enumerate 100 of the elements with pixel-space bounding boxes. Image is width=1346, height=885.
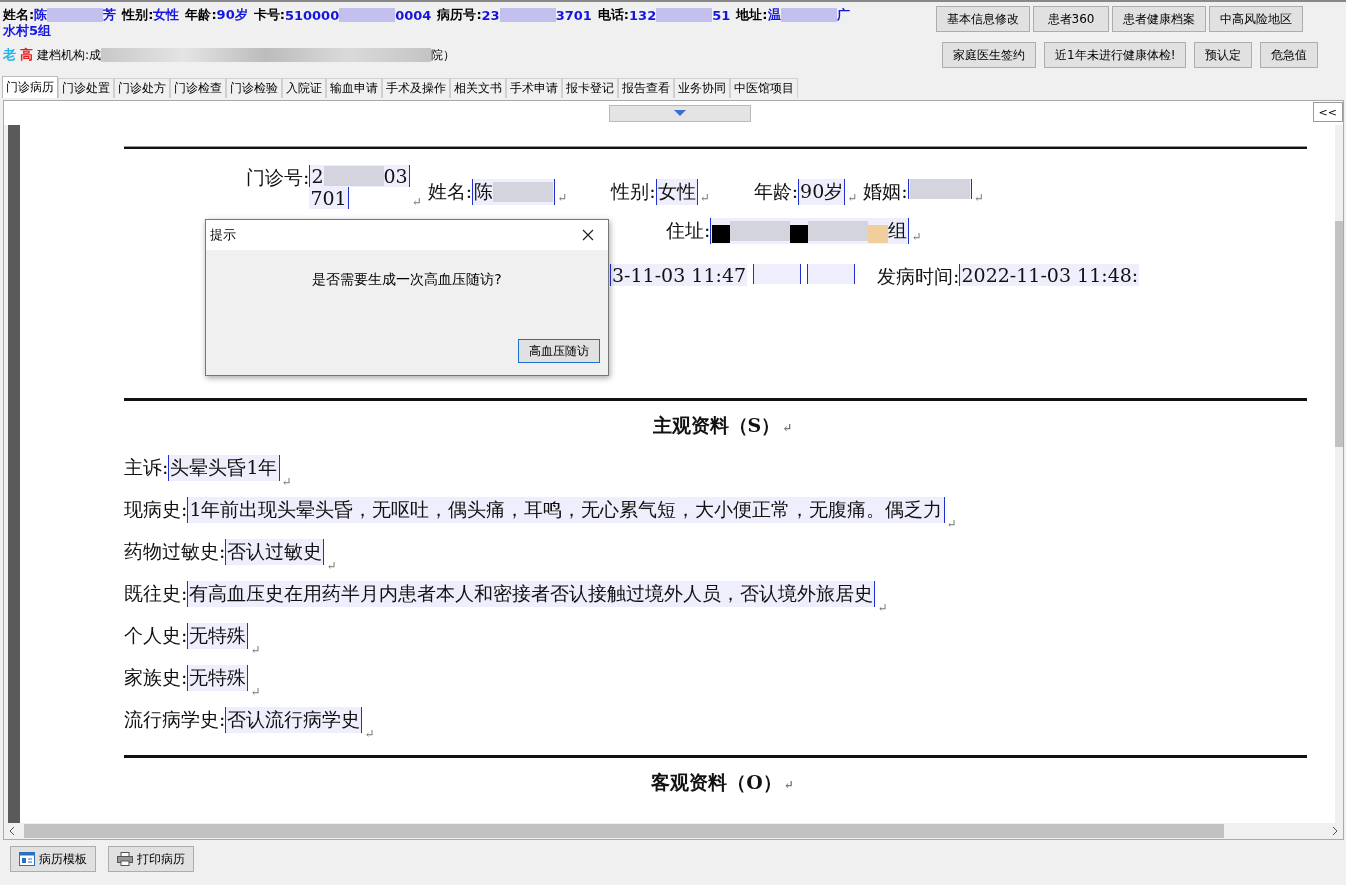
close-icon[interactable] xyxy=(582,229,594,241)
paragraph-mark: ↵ xyxy=(250,643,261,657)
paragraph-mark: ↵ xyxy=(782,421,793,435)
field-label: 年龄: xyxy=(185,6,217,24)
field-value: 2022-11-03 11:48: xyxy=(959,264,1140,286)
tag-label: 老 xyxy=(3,46,16,64)
paragraph-mark: ↵ xyxy=(946,517,957,531)
tab[interactable]: 相关文书 xyxy=(450,78,506,98)
tag-label: 高 xyxy=(20,46,33,64)
field-label: 卡号: xyxy=(253,6,285,24)
field-value: 女性 xyxy=(153,6,180,24)
field-value: 无特殊 xyxy=(187,665,249,691)
field-value: 90岁 xyxy=(216,6,248,24)
field-value: 132 xyxy=(629,7,657,23)
field-label: 婚姻: xyxy=(863,179,908,204)
field-value: 有高血压史在用药半月内患者本人和密接者否认接触过境外人员，否认境外旅居史 xyxy=(187,581,876,607)
tab[interactable]: 输血申请 xyxy=(326,78,382,98)
field-label: 性别: xyxy=(122,6,154,24)
action-button[interactable]: 患者360 xyxy=(1033,6,1109,32)
blurred-text xyxy=(656,8,713,22)
action-button[interactable]: 基本信息修改 xyxy=(936,6,1030,32)
field-label: 主诉: xyxy=(124,455,169,480)
blurred-text xyxy=(780,8,837,22)
field-label: 流行病学史: xyxy=(124,707,226,732)
paragraph-mark: ↵ xyxy=(911,230,922,244)
field-value: 1年前出现头晕头昏，无呕吐，偶头痛，耳鸣，无心累气短，大小便正常，无腹痛。偶乏力 xyxy=(187,497,945,523)
field-label: 药物过敏史: xyxy=(124,539,226,564)
blurred-text xyxy=(499,8,556,22)
field-value: 女性 xyxy=(655,179,698,205)
field-value: 陈 xyxy=(34,6,48,24)
template-icon xyxy=(19,852,35,866)
paragraph-mark: ↵ xyxy=(877,601,888,615)
dialog-title: 提示 xyxy=(210,226,236,244)
paragraph-mark: ↵ xyxy=(847,191,858,205)
paragraph-mark: ↵ xyxy=(973,191,984,205)
blurred-text xyxy=(47,8,104,22)
tab[interactable]: 门诊检验 xyxy=(226,78,282,98)
field-value: 90岁 xyxy=(798,179,846,205)
tab[interactable]: 门诊处方 xyxy=(114,78,170,98)
follow-up-button[interactable]: 高血压随访 xyxy=(518,339,600,363)
paragraph-mark: ↵ xyxy=(411,195,422,209)
field-value: 陈 xyxy=(472,179,556,205)
paragraph-mark: ↵ xyxy=(281,475,292,489)
tab[interactable]: 门诊处置 xyxy=(58,78,114,98)
tab[interactable]: 报告查看 xyxy=(618,78,674,98)
field-label: 现病史: xyxy=(124,497,188,522)
scroll-right-icon[interactable] xyxy=(1331,826,1339,836)
printer-icon xyxy=(117,852,133,866)
section-heading: 主观资料（S） xyxy=(652,414,781,436)
field-value: 3-11-03 11:47 xyxy=(610,264,748,286)
paragraph-mark: ↵ xyxy=(326,559,337,573)
field-label: 家族史: xyxy=(124,665,188,690)
tab[interactable]: 手术及操作 xyxy=(382,78,450,98)
action-button[interactable]: 中高风险地区 xyxy=(1209,6,1303,32)
address-value: 水村5组 xyxy=(3,24,53,38)
field-label: 电话: xyxy=(597,6,630,24)
action-button[interactable]: 危急值 xyxy=(1260,42,1319,68)
field-label: 发病时间: xyxy=(877,264,960,289)
tab[interactable]: 报卡登记 xyxy=(562,78,618,98)
tab[interactable]: 门诊病历 xyxy=(2,76,58,98)
scroll-left-icon[interactable] xyxy=(8,826,16,836)
action-button[interactable]: 患者健康档案 xyxy=(1112,6,1206,32)
field-value xyxy=(907,179,972,199)
field-value: 芳 xyxy=(103,6,117,24)
field-value: 701 xyxy=(309,187,349,209)
field-value: 否认过敏史 xyxy=(225,539,325,565)
field-label: 性别: xyxy=(611,179,656,204)
field-label: 住址: xyxy=(666,218,711,243)
org-value: 成 xyxy=(89,46,102,64)
field-label: 门诊号: xyxy=(246,165,310,190)
paragraph-mark: ↵ xyxy=(364,727,375,741)
field-label: 姓名: xyxy=(427,179,473,204)
action-button[interactable]: 近1年未进行健康体检! xyxy=(1044,42,1187,68)
section-heading: 客观资料（O） xyxy=(651,771,782,793)
footer-button[interactable]: 打印病历 xyxy=(108,846,194,872)
tab[interactable]: 中医馆项目 xyxy=(730,78,798,98)
blurred-text xyxy=(339,8,396,22)
field-label: 病历号: xyxy=(437,6,482,24)
triangle-down-icon xyxy=(673,110,686,116)
field-value: 51 xyxy=(712,7,731,23)
field-label: 年龄: xyxy=(753,179,799,204)
field-value: 组 xyxy=(710,218,910,244)
field-value: 23 xyxy=(481,7,500,23)
field-label: 地址: xyxy=(736,6,768,24)
tab[interactable]: 入院证 xyxy=(282,78,326,98)
tab[interactable]: 手术申请 xyxy=(506,78,562,98)
field-value: 否认流行病学史 xyxy=(225,707,363,733)
field-value xyxy=(753,264,802,284)
org-value: 院） xyxy=(431,46,456,64)
footer-button[interactable]: 病历模板 xyxy=(10,846,96,872)
tab[interactable]: 门诊检查 xyxy=(170,78,226,98)
action-button[interactable]: 家庭医生签约 xyxy=(942,42,1036,68)
action-button[interactable]: 预认定 xyxy=(1194,42,1253,68)
field-value: 2 03 xyxy=(309,165,410,187)
collapse-button[interactable]: << xyxy=(1312,102,1343,122)
field-value: 头晕头昏1年 xyxy=(168,455,280,481)
field-label: 姓名: xyxy=(3,6,35,24)
field-value: 无特殊 xyxy=(187,623,249,649)
org-label: 建档机构: xyxy=(37,46,90,64)
tab[interactable]: 业务协同 xyxy=(674,78,730,98)
